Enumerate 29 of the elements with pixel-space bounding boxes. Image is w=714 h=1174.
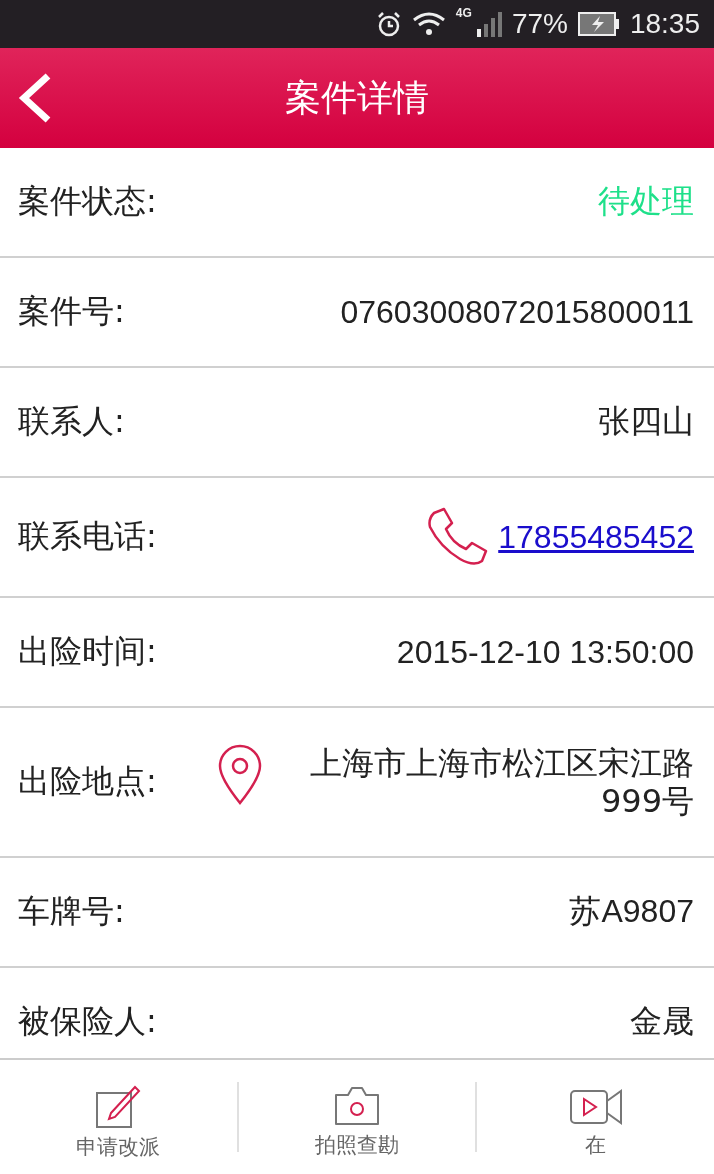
field-label: 被保险人: [18,1001,157,1042]
field-label: 案件状态: [18,181,157,222]
status-value: 待处理 [598,182,694,221]
field-label: 联系人: [18,401,125,442]
camera-icon [332,1085,382,1127]
page-title: 案件详情 [285,75,429,120]
tab-button[interactable]: 拍照查勘 [238,1060,476,1174]
battery-percent: 77% [511,8,568,40]
wifi-icon [411,11,446,37]
field-value: 苏A9807 [569,892,694,931]
field-value: 金晟 [630,1002,694,1041]
tab-button[interactable]: 在 [477,1060,714,1174]
address-value: 上海市上海市松江区宋江路999号 [309,743,694,821]
field-value: 07603008072015800011 [340,293,694,331]
clock-time: 18:35 [629,8,700,40]
field-label: 出险地点: [18,761,157,802]
field-value: 张四山 [598,402,694,441]
phone-icon[interactable] [426,507,489,567]
field-value: 2015-12-10 13:50:00 [396,633,694,671]
field-label: 出险时间: [18,631,157,672]
battery-charging-icon [577,11,620,37]
network-label: 4G [455,6,472,20]
field-label: 联系电话: [18,516,157,557]
phone-link[interactable]: 17855485452 [498,518,694,556]
field-label: 案件号: [18,291,125,332]
location-pin-icon [216,743,264,806]
field-label: 车牌号: [18,891,125,932]
signal-icon [475,11,502,37]
tab-button[interactable]: 申请改派 [0,1060,237,1174]
